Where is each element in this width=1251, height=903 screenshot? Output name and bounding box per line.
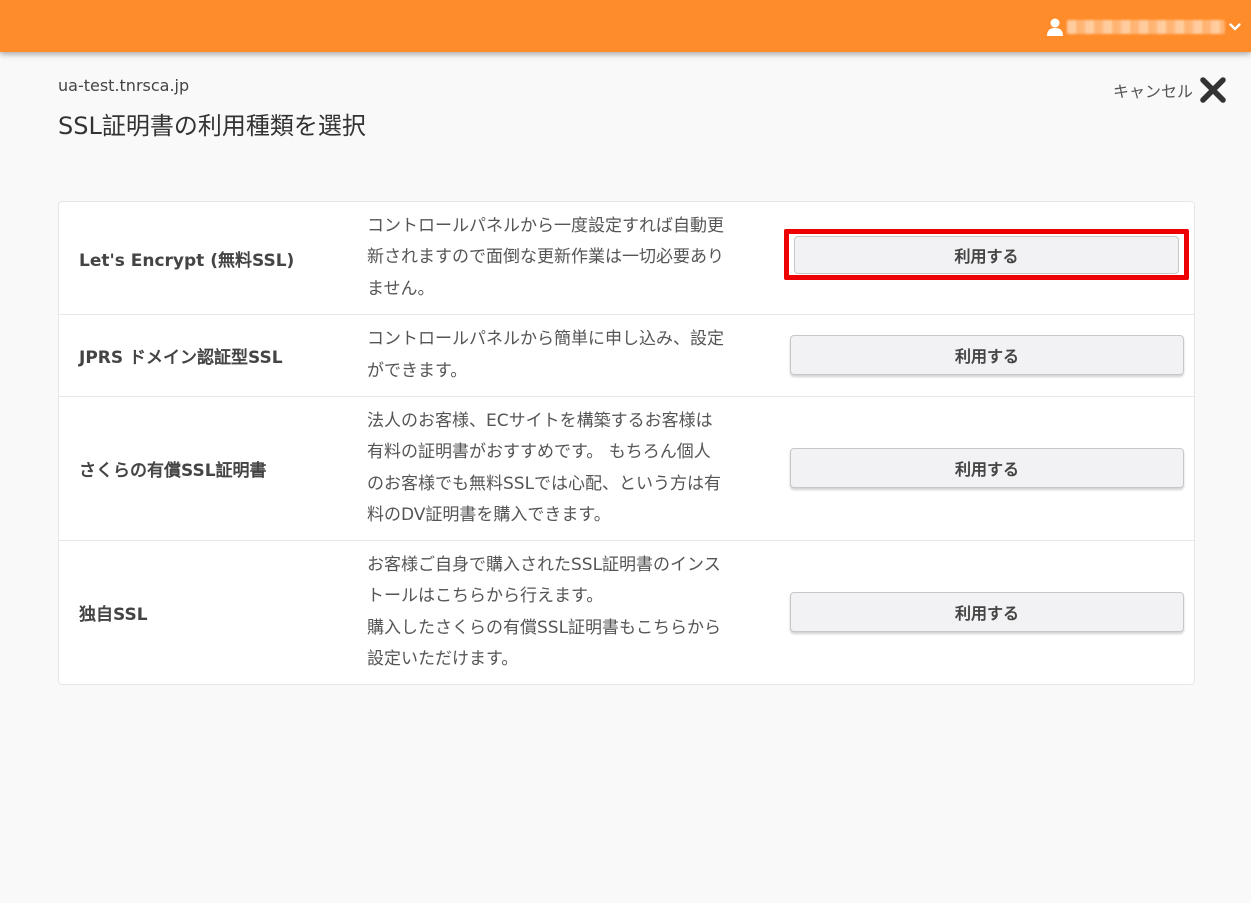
ssl-option-row: さくらの有償SSL証明書 法人のお客様、ECサイトを構築するお客様は 有料の証明… (59, 397, 1194, 541)
option-name: 独自SSL (79, 605, 148, 625)
option-description: コントロールパネルから簡単に申し込み、設定 ができます。 (367, 329, 724, 381)
option-name: Let's Encrypt (無料SSL) (79, 250, 295, 271)
user-name: ████████████████ (1067, 20, 1225, 34)
cancel-label: キャンセル (1112, 82, 1193, 101)
ssl-option-row: 独自SSL お客様ご自身で購入されたSSL証明書のインス トールはこちらから行え… (59, 541, 1194, 684)
top-header-bar: ████████████████ (0, 0, 1251, 52)
use-button-custom-ssl[interactable]: 利用する (790, 592, 1184, 632)
user-icon (1047, 18, 1063, 36)
ssl-option-row: JPRS ドメイン認証型SSL コントロールパネルから簡単に申し込み、設定 がで… (59, 315, 1194, 397)
domain-name: ua-test.tnrsca.jp (58, 76, 190, 95)
option-name: さくらの有償SSL証明書 (79, 461, 267, 481)
option-name: JPRS ドメイン認証型SSL (79, 348, 283, 368)
use-button-jprs[interactable]: 利用する (790, 335, 1184, 375)
chevron-down-icon[interactable] (1229, 21, 1241, 33)
option-description: お客様ご自身で購入されたSSL証明書のインス トールはこちらから行えます。 購入… (367, 554, 722, 670)
use-button-sakura-paid[interactable]: 利用する (790, 448, 1184, 488)
option-description: コントロールパネルから一度設定すれば自動更 新されますので面倒な更新作業は一切必… (367, 215, 724, 299)
option-description: 法人のお客様、ECサイトを構築するお客様は 有料の証明書がおすすめです。 もちろ… (367, 410, 722, 526)
ssl-option-row: Let's Encrypt (無料SSL) コントロールパネルから一度設定すれば… (59, 202, 1194, 315)
use-button-lets-encrypt[interactable]: 利用する (794, 236, 1179, 274)
user-menu[interactable]: ████████████████ (1047, 16, 1241, 38)
page-title: SSL証明書の利用種類を選択 (58, 112, 366, 140)
close-icon[interactable] (1199, 76, 1227, 104)
ssl-options-table: Let's Encrypt (無料SSL) コントロールパネルから一度設定すれば… (58, 201, 1195, 685)
cancel-button[interactable]: キャンセル (1113, 74, 1227, 106)
